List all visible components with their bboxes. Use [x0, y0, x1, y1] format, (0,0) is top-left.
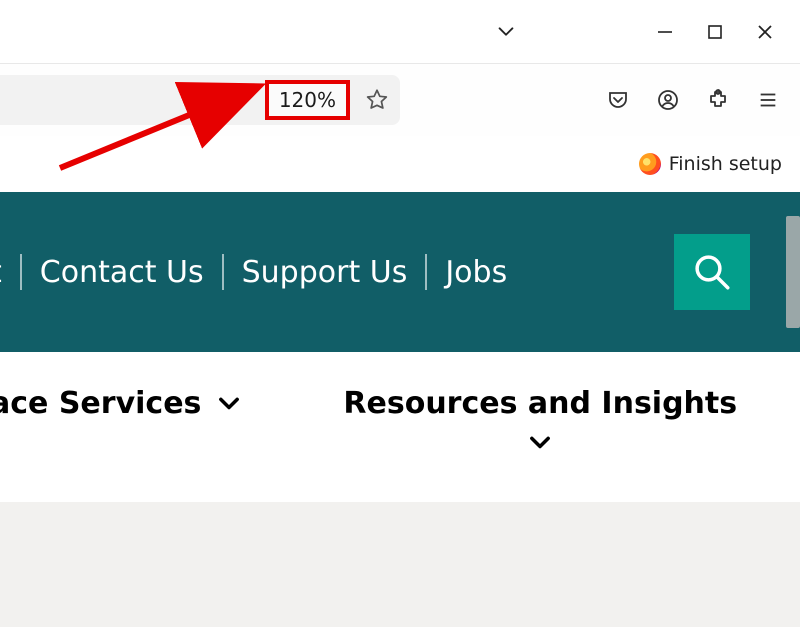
close-icon — [755, 22, 775, 42]
subnav-item-services[interactable]: ace Services — [0, 386, 243, 421]
minimize-icon — [655, 22, 675, 42]
tab-list-dropdown[interactable] — [492, 18, 520, 46]
maximize-button[interactable] — [690, 14, 740, 50]
toolbar-right — [400, 86, 800, 114]
nav-link-support[interactable]: Support Us — [242, 255, 408, 290]
account-button[interactable] — [654, 86, 682, 114]
site-search-button[interactable] — [674, 234, 750, 310]
subnav-label: ace Services — [0, 386, 201, 421]
search-icon — [691, 251, 733, 293]
app-menu-button[interactable] — [754, 86, 782, 114]
account-icon — [656, 88, 680, 112]
nav-link-jobs[interactable]: Jobs — [445, 255, 507, 290]
nav-link-contact[interactable]: Contact Us — [40, 255, 204, 290]
subnav-label: Resources and Insights — [343, 386, 737, 421]
page-footer-band — [0, 502, 800, 627]
minimize-button[interactable] — [640, 14, 690, 50]
menu-icon — [757, 89, 779, 111]
browser-toolbar: 120% — [0, 64, 800, 136]
page-scrollbar[interactable] — [786, 216, 800, 328]
site-sub-nav: ace Services Resources and Insights — [0, 352, 800, 502]
chevron-down-icon — [215, 390, 243, 418]
close-button[interactable] — [740, 14, 790, 50]
setup-prompt-row: Finish setup — [0, 136, 800, 192]
subnav-item-resources[interactable]: Resources and Insights — [343, 386, 737, 457]
nav-separator — [425, 254, 427, 290]
maximize-icon — [706, 23, 724, 41]
extensions-button[interactable] — [704, 86, 732, 114]
star-icon — [364, 87, 390, 113]
pocket-button[interactable] — [604, 86, 632, 114]
finish-setup-link[interactable]: Finish setup — [669, 153, 782, 175]
firefox-icon — [639, 153, 661, 175]
site-primary-nav: t Contact Us Support Us Jobs — [0, 192, 800, 352]
pocket-icon — [606, 88, 630, 112]
zoom-level-indicator[interactable]: 120% — [265, 80, 350, 120]
zoom-level-text: 120% — [279, 88, 336, 112]
extensions-icon — [706, 88, 730, 112]
nav-separator — [222, 254, 224, 290]
window-titlebar — [0, 0, 800, 64]
nav-separator — [20, 254, 22, 290]
chevron-down-icon — [495, 21, 517, 43]
bookmark-button[interactable] — [360, 83, 394, 117]
chevron-down-icon — [526, 429, 554, 457]
address-bar-region[interactable]: 120% — [0, 75, 400, 125]
nav-link-partial[interactable]: t — [0, 255, 2, 290]
